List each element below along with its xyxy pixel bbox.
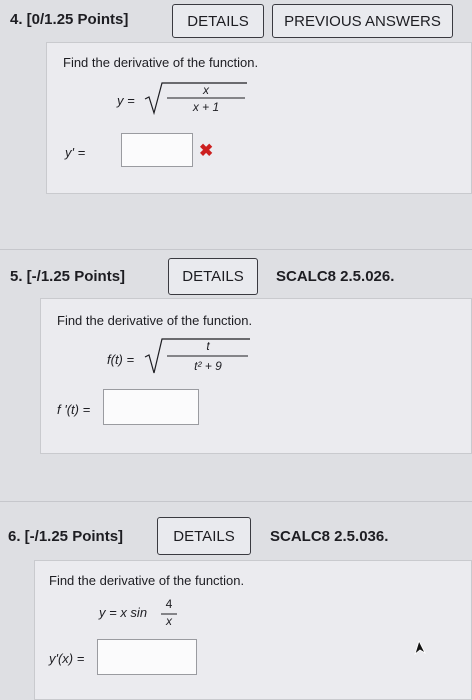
question-5: 5. [-/1.25 Points] DETAILS SCALC8 2.5.02… xyxy=(0,250,472,490)
question-5-fraction-denominator: t² + 9 xyxy=(194,359,222,373)
question-4-previous-answers-button[interactable]: PREVIOUS ANSWERS xyxy=(272,4,453,38)
question-6: 6. [-/1.25 Points] DETAILS SCALC8 2.5.03… xyxy=(0,502,472,700)
question-4-fraction-denominator: x + 1 xyxy=(192,100,220,114)
question-6-equation-lhs: y = x sin xyxy=(99,605,148,620)
question-6-details-button[interactable]: DETAILS xyxy=(157,517,251,555)
question-6-points: 6. [-/1.25 Points] xyxy=(8,528,124,545)
mouse-cursor-icon xyxy=(414,640,426,656)
question-4-answer-label: y' = xyxy=(65,145,86,160)
question-4-answer-input[interactable] xyxy=(121,133,193,167)
question-6-prompt: Find the derivative of the function. xyxy=(49,573,245,588)
question-5-answer-input[interactable] xyxy=(103,389,199,425)
question-6-panel: Find the derivative of the function. y =… xyxy=(34,560,472,700)
incorrect-mark-icon: ✖ xyxy=(199,141,214,160)
question-5-answer-label: f '(t) = xyxy=(57,402,91,417)
question-5-fraction-numerator: t xyxy=(206,339,210,353)
question-4-panel: Find the derivative of the function. y =… xyxy=(46,42,472,194)
question-4: 4. [0/1.25 Points] DETAILS PREVIOUS ANSW… xyxy=(0,0,472,218)
question-5-panel: Find the derivative of the function. f(t… xyxy=(40,298,472,454)
question-4-points: 4. [0/1.25 Points] xyxy=(10,11,129,28)
question-4-fraction-numerator: x xyxy=(203,83,209,97)
question-4-prompt: Find the derivative of the function. xyxy=(63,55,259,70)
question-5-details-button[interactable]: DETAILS xyxy=(168,258,258,295)
question-6-fraction-numerator: 4 xyxy=(165,597,173,611)
question-6-reference: SCALC8 2.5.036. xyxy=(270,528,389,545)
question-6-answer-label: y'(x) = xyxy=(49,651,85,666)
question-5-prompt: Find the derivative of the function. xyxy=(57,313,253,328)
question-5-reference: SCALC8 2.5.026. xyxy=(276,268,395,285)
question-4-equation-lhs: y = xyxy=(117,93,135,108)
question-6-answer-input[interactable] xyxy=(97,639,197,675)
question-5-points: 5. [-/1.25 Points] xyxy=(10,268,126,285)
question-5-equation-lhs: f(t) = xyxy=(107,352,135,367)
question-6-fraction-denominator: x xyxy=(166,614,172,628)
question-4-details-button[interactable]: DETAILS xyxy=(172,4,264,38)
